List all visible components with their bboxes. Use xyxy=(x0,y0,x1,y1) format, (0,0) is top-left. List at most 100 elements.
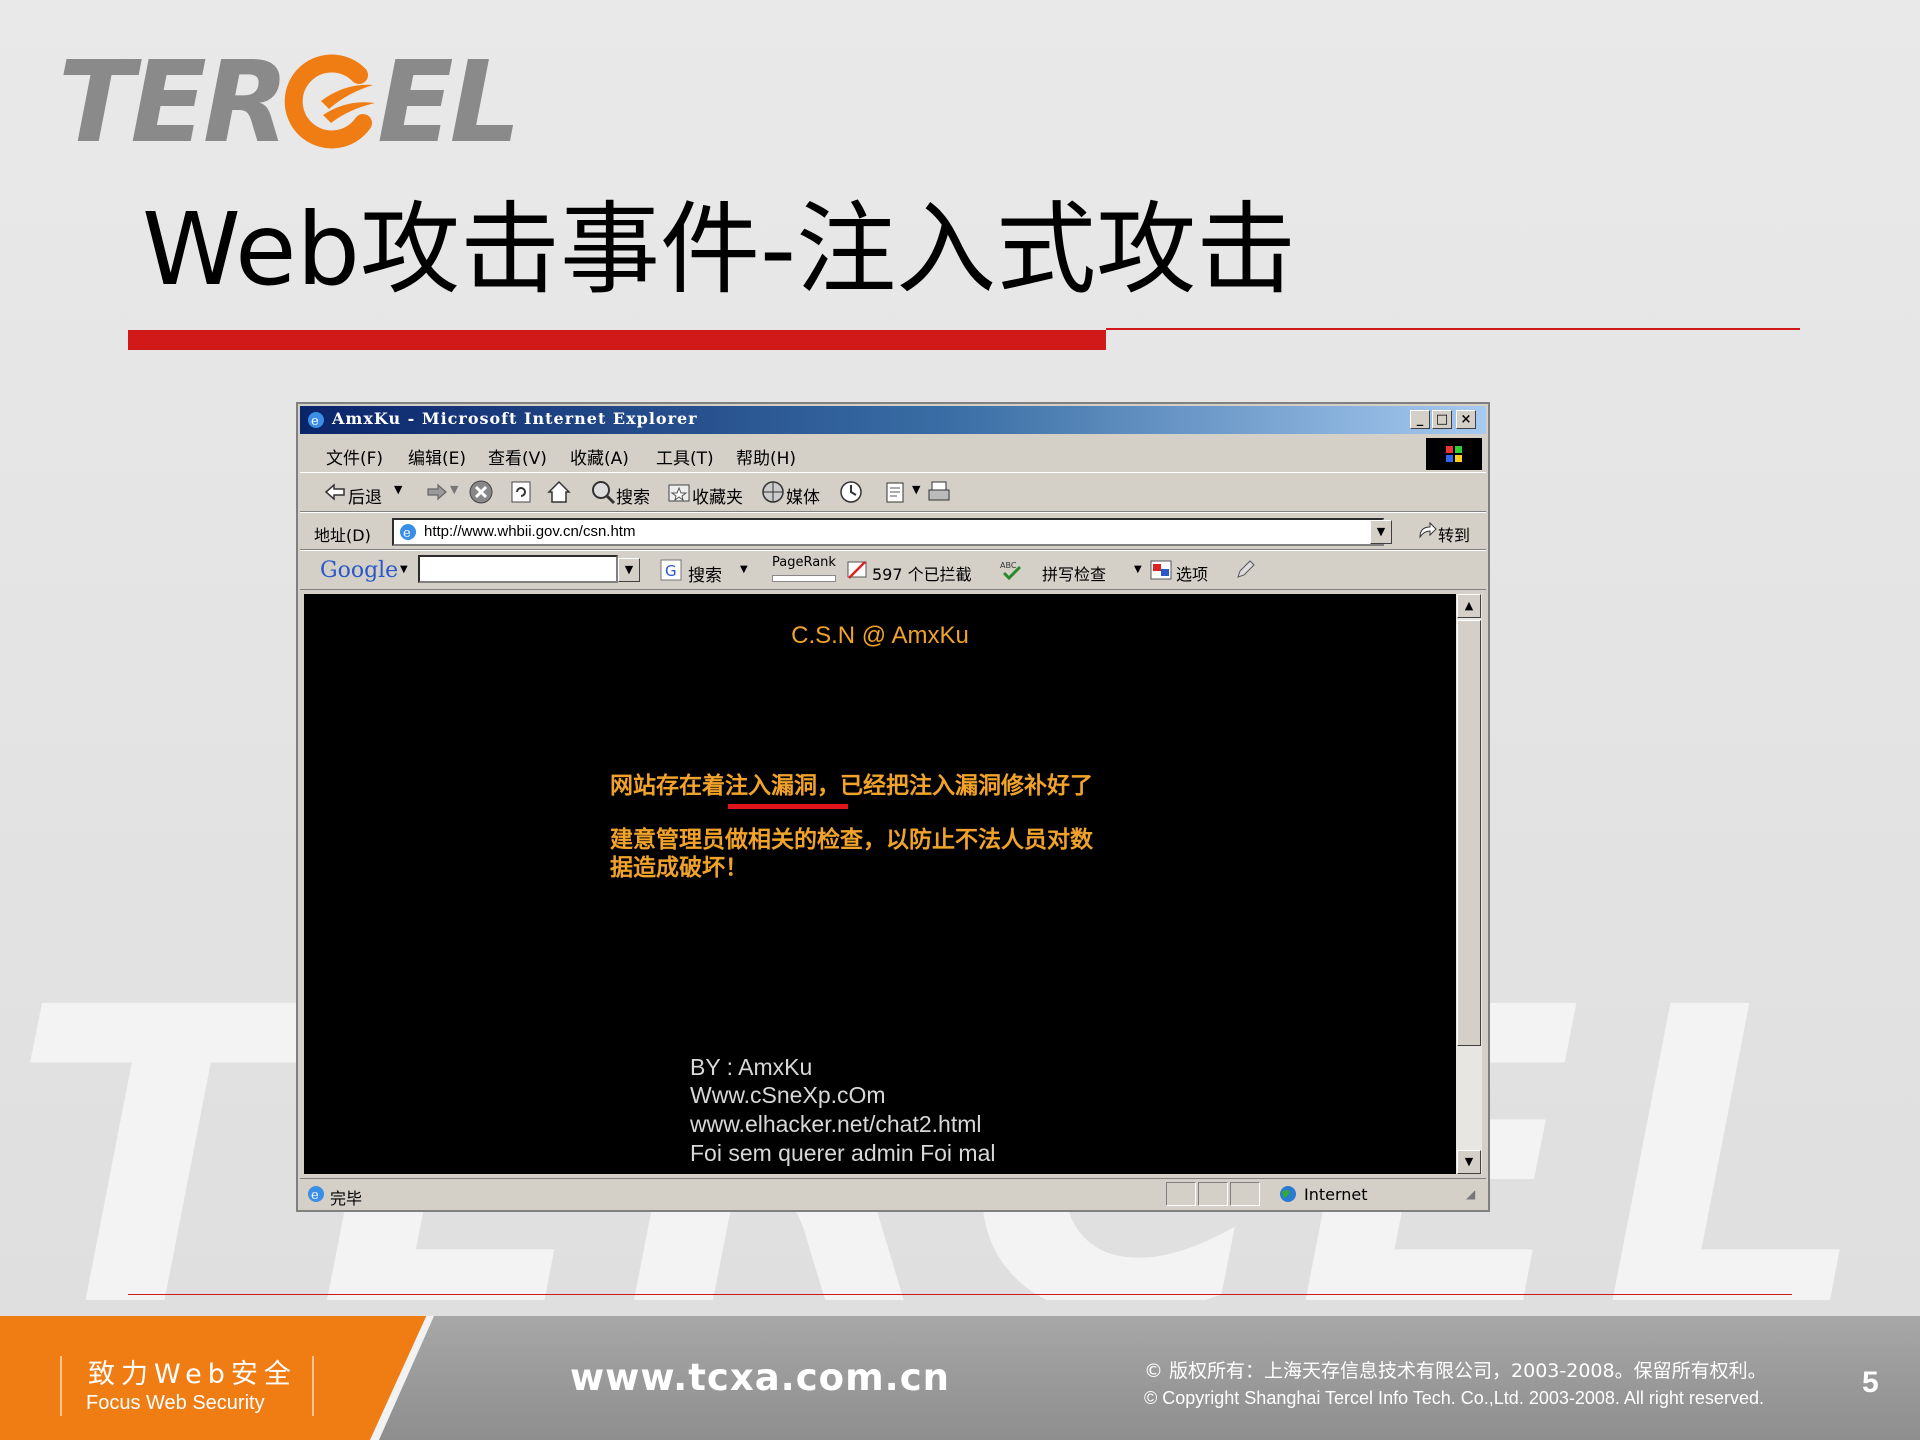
page-icon: e xyxy=(400,524,416,541)
menu-help[interactable]: 帮助(H) xyxy=(736,444,796,469)
windows-logo-icon xyxy=(1426,438,1482,470)
status-segment xyxy=(1198,1182,1228,1206)
resize-grip-icon[interactable]: ◢ xyxy=(1466,1187,1475,1201)
logo-text-right: EL xyxy=(377,38,521,168)
forward-dropdown-icon[interactable]: ▼ xyxy=(450,483,458,496)
spellcheck-dropdown-icon[interactable]: ▼ xyxy=(1134,564,1142,575)
back-button[interactable]: 后退 xyxy=(348,483,382,508)
pencil-icon[interactable] xyxy=(1234,559,1256,581)
scroll-up-icon[interactable]: ▲ xyxy=(1457,594,1481,618)
tercel-logo: TER EL xyxy=(58,47,521,159)
close-button[interactable]: × xyxy=(1456,410,1476,429)
status-bar: e 完毕 Internet ◢ xyxy=(300,1178,1486,1208)
ie-title-bar: e AmxKu - Microsoft Internet Explorer _ … xyxy=(300,406,1486,434)
menu-favorites[interactable]: 收藏(A) xyxy=(570,444,629,469)
go-button[interactable]: 转到 xyxy=(1438,522,1470,546)
scroll-down-icon[interactable]: ▼ xyxy=(1457,1150,1481,1174)
ie-window-title: AmxKu - Microsoft Internet Explorer xyxy=(332,409,698,428)
injection-vulnerability-underline xyxy=(728,804,848,809)
google-logo[interactable]: Google xyxy=(320,558,398,583)
credit-line: www.elhacker.net/chat2.html xyxy=(690,1111,982,1137)
svg-text:e: e xyxy=(311,414,319,429)
google-search-dropdown-icon[interactable]: ▼ xyxy=(618,558,640,582)
credit-line: BY : AmxKu xyxy=(690,1054,813,1080)
back-arrow-icon[interactable] xyxy=(322,479,348,505)
media-button[interactable]: 媒体 xyxy=(786,483,820,508)
address-dropdown-icon[interactable]: ▼ xyxy=(1370,520,1392,544)
menu-tools[interactable]: 工具(T) xyxy=(656,444,714,469)
standard-toolbar: 后退 ▼ ▼ 搜索 收藏夹 媒体 ▼ xyxy=(300,472,1486,512)
internet-globe-icon xyxy=(1280,1186,1296,1202)
title-rule-thin xyxy=(1106,328,1800,330)
slogan-chinese: 致力Web安全 xyxy=(88,1359,297,1390)
footer-divider xyxy=(60,1356,62,1416)
status-segment xyxy=(1166,1182,1196,1206)
pagerank-label[interactable]: PageRank xyxy=(772,555,836,570)
options-button[interactable]: 选项 xyxy=(1176,561,1208,585)
google-search-button[interactable]: 搜索 xyxy=(688,561,722,586)
google-toolbar: Google ▼ ▼ G 搜索 ▼ PageRank 597 个已拦截 ABC … xyxy=(300,550,1486,590)
address-bar: 地址(D) e http://www.whbii.gov.cn/csn.htm … xyxy=(300,512,1486,550)
slide-footer: 致力Web安全 Focus Web Security www.tcxa.com.… xyxy=(0,1316,1920,1440)
ie-window: e AmxKu - Microsoft Internet Explorer _ … xyxy=(296,402,1490,1212)
media-globe-icon[interactable] xyxy=(760,479,786,505)
menu-edit[interactable]: 编辑(E) xyxy=(408,444,466,469)
page-number: 5 xyxy=(1862,1366,1879,1399)
defacement-message-line3: 据造成破坏！ xyxy=(610,854,748,881)
logo-text-left: TER xyxy=(58,38,289,168)
refresh-icon[interactable] xyxy=(508,479,534,505)
search-button[interactable]: 搜索 xyxy=(616,483,650,508)
defacement-message-line1: 网站存在着注入漏洞，已经把注入漏洞修补好了 xyxy=(610,772,1093,799)
history-icon[interactable] xyxy=(838,479,864,505)
spellcheck-button[interactable]: 拼写检查 xyxy=(1042,561,1106,585)
svg-text:G: G xyxy=(665,562,677,580)
logo-c-emblem-icon xyxy=(284,54,376,149)
favorites-star-icon[interactable] xyxy=(666,479,692,505)
scroll-thumb[interactable] xyxy=(1457,620,1481,1046)
defacement-message-line2: 建意管理员做相关的检查，以防止不法人员对数 xyxy=(610,826,1093,853)
defacer-heading: C.S.N @ AmxKu xyxy=(791,622,969,649)
go-arrow-icon[interactable] xyxy=(1414,519,1440,545)
google-g-icon[interactable]: G xyxy=(660,559,682,581)
credit-line: Www.cSneXp.cOm xyxy=(690,1082,886,1108)
status-page-icon: e xyxy=(308,1186,324,1203)
status-segment xyxy=(1230,1182,1260,1206)
svg-text:e: e xyxy=(403,526,411,541)
svg-text:e: e xyxy=(311,1188,319,1203)
address-url: http://www.whbii.gov.cn/csn.htm xyxy=(424,523,636,540)
print-icon[interactable] xyxy=(926,479,952,505)
mail-icon[interactable] xyxy=(884,479,910,505)
mail-dropdown-icon[interactable]: ▼ xyxy=(912,483,920,496)
maximize-button[interactable]: □ xyxy=(1432,410,1452,429)
slide-title: Web攻击事件-注入式攻击 xyxy=(142,191,1297,308)
home-icon[interactable] xyxy=(546,479,572,505)
back-dropdown-icon[interactable]: ▼ xyxy=(394,483,402,496)
vertical-scrollbar[interactable]: ▲ ▼ xyxy=(1456,594,1482,1174)
address-label: 地址(D) xyxy=(314,526,371,545)
ie-logo-icon: e xyxy=(308,412,324,429)
status-zone: Internet xyxy=(1304,1185,1368,1204)
spellcheck-icon[interactable]: ABC xyxy=(1000,559,1024,581)
footer-divider xyxy=(312,1356,314,1416)
favorites-button[interactable]: 收藏夹 xyxy=(692,483,743,508)
menu-bar: 文件(F) 编辑(E) 查看(V) 收藏(A) 工具(T) 帮助(H) xyxy=(300,436,1486,472)
google-search-options-icon[interactable]: ▼ xyxy=(740,564,748,575)
google-dropdown-icon[interactable]: ▼ xyxy=(400,564,408,575)
menu-view[interactable]: 查看(V) xyxy=(488,444,547,469)
copyright-english: © Copyright Shanghai Tercel Info Tech. C… xyxy=(1144,1388,1764,1408)
credit-line: Foi sem querer admin Foi mal xyxy=(690,1140,996,1166)
menu-file[interactable]: 文件(F) xyxy=(326,444,383,469)
minimize-button[interactable]: _ xyxy=(1410,410,1430,429)
popups-blocked-count[interactable]: 597 个已拦截 xyxy=(872,561,972,585)
options-icon[interactable] xyxy=(1150,559,1172,581)
forward-arrow-icon[interactable] xyxy=(424,479,450,505)
defaced-page-content: C.S.N @ AmxKu 网站存在着注入漏洞，已经把注入漏洞修补好了 建意管理… xyxy=(304,594,1456,1174)
google-search-input[interactable] xyxy=(418,555,618,583)
footer-rule xyxy=(128,1294,1792,1295)
company-website[interactable]: www.tcxa.com.cn xyxy=(570,1356,950,1399)
search-globe-icon[interactable] xyxy=(590,479,616,505)
svg-text:ABC: ABC xyxy=(1000,561,1017,570)
address-input[interactable]: e http://www.whbii.gov.cn/csn.htm xyxy=(392,518,1384,546)
stop-icon[interactable] xyxy=(468,479,494,505)
popup-blocker-icon[interactable] xyxy=(846,559,868,581)
